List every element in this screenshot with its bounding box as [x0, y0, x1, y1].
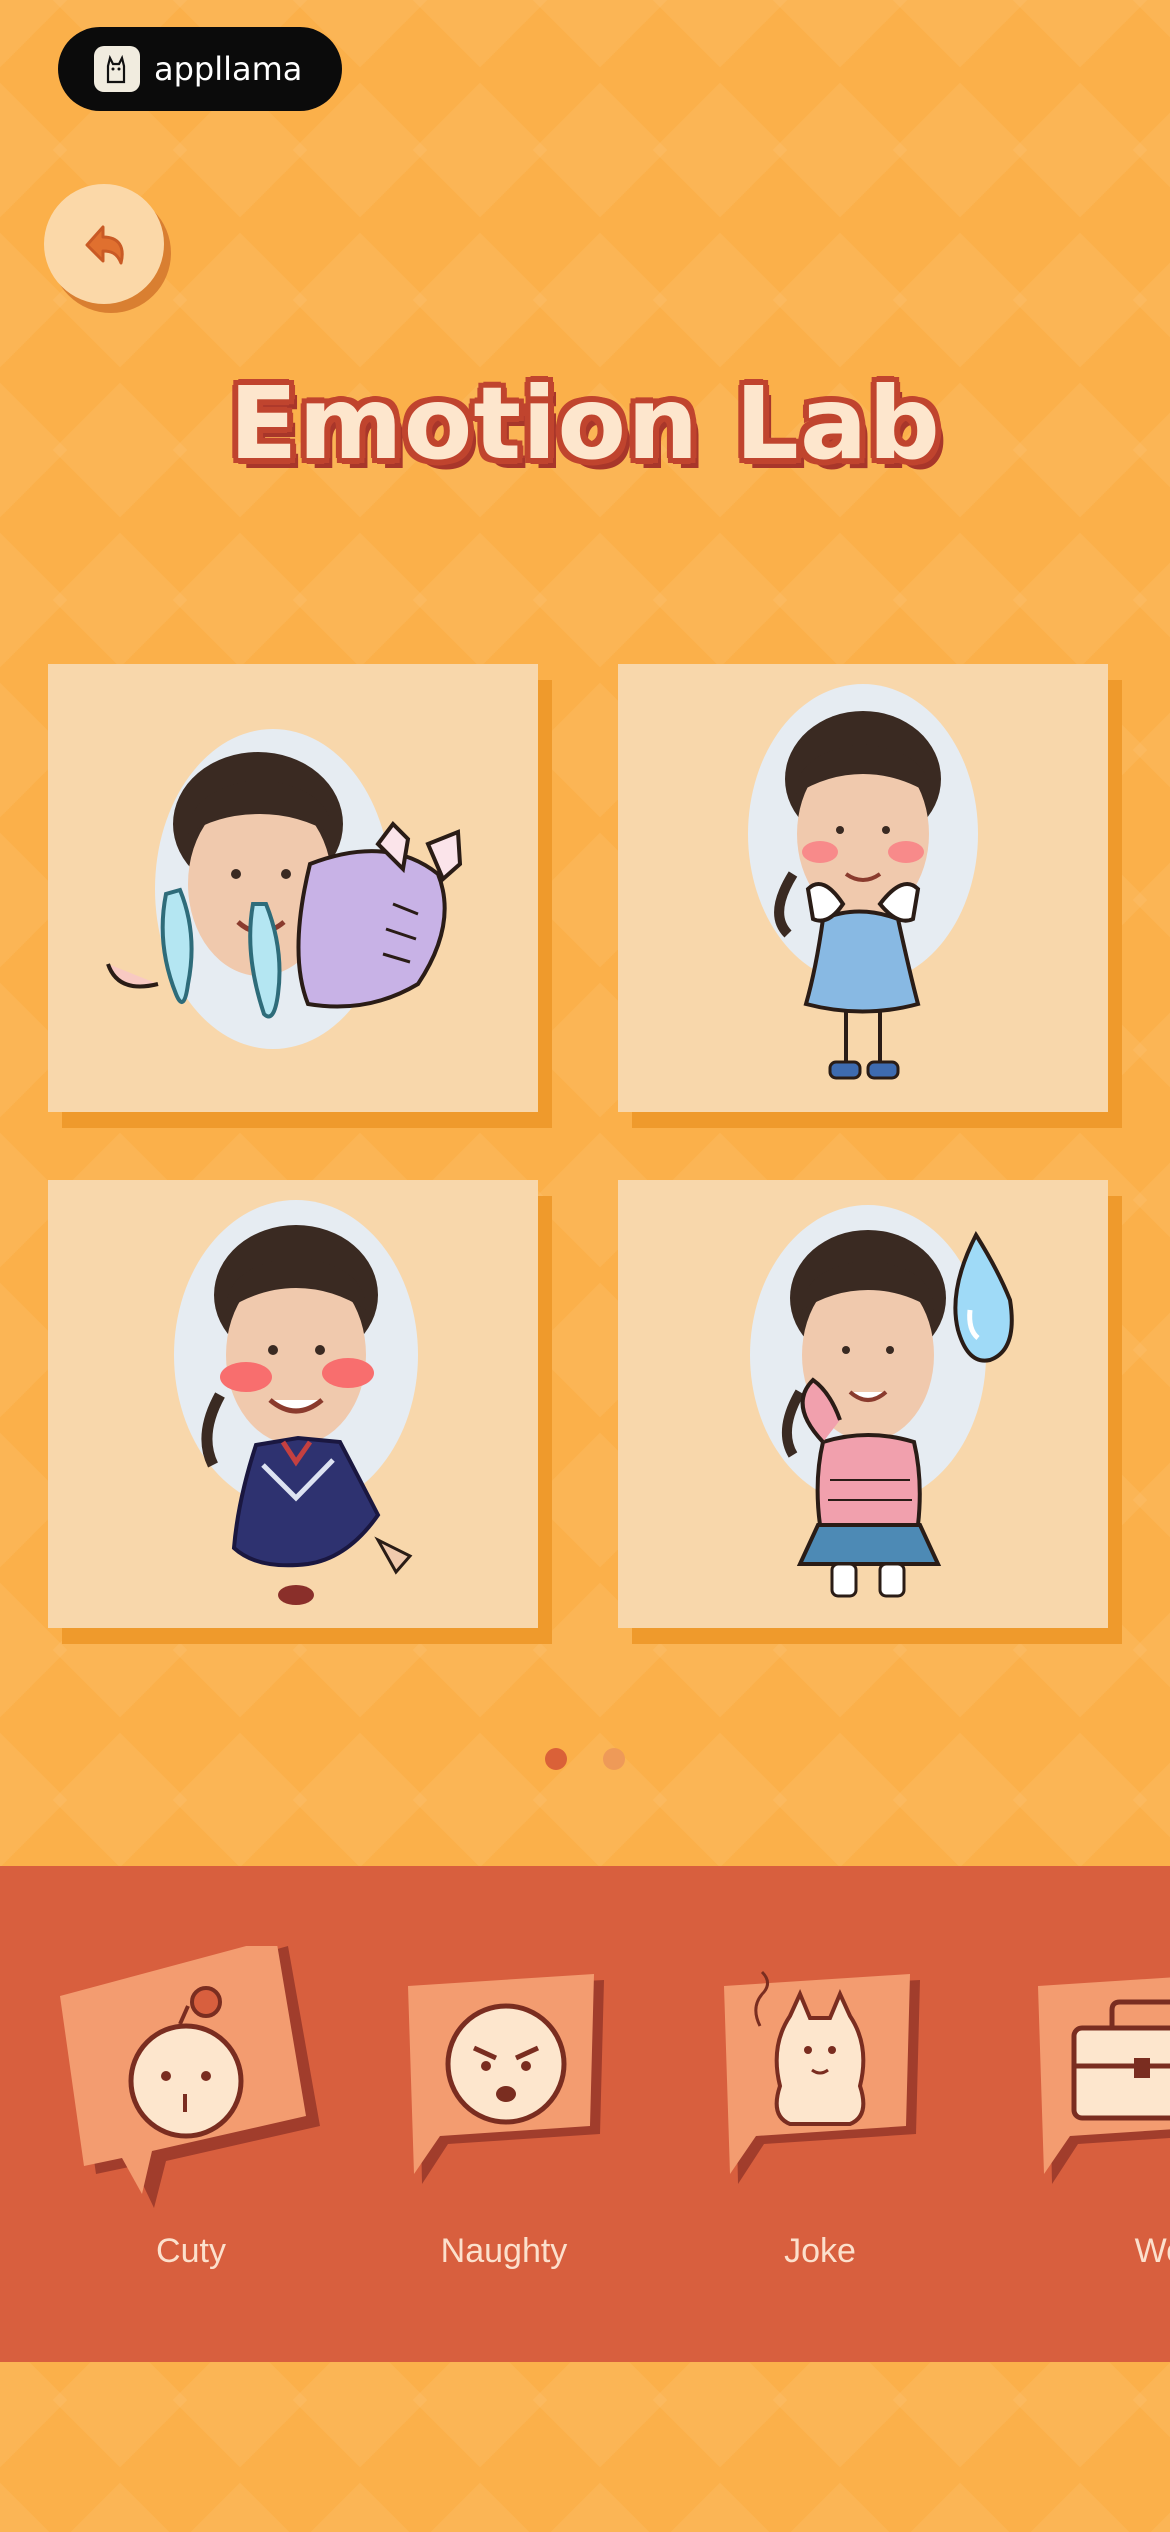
page-indicator	[0, 1748, 1170, 1770]
cute-face-icon	[60, 1946, 320, 2208]
back-button[interactable]	[44, 184, 164, 304]
naughty-face-icon	[408, 1974, 604, 2184]
category-label-naughty: Naughty	[440, 2232, 568, 2270]
category-label-joke: Joke	[784, 2232, 856, 2270]
page-dot-2[interactable]	[603, 1748, 625, 1770]
category-naughty[interactable]: Naughty	[404, 1966, 604, 2276]
sticker-crying-girl	[106, 729, 463, 1049]
sticker-card-sweating[interactable]	[618, 1180, 1108, 1628]
category-tray: Cuty Naughty Joke W	[0, 1866, 1170, 2362]
sticker-card-shy[interactable]	[618, 664, 1108, 1112]
category-label-work: Work	[1134, 2232, 1170, 2270]
page-dot-1[interactable]	[545, 1748, 567, 1770]
sticker-card-crying[interactable]	[48, 664, 538, 1112]
category-work[interactable]: Work	[1034, 1966, 1170, 2276]
llama-icon	[94, 46, 140, 92]
badge-text: appllama	[154, 50, 303, 88]
category-cuty[interactable]: Cuty	[56, 1946, 326, 2276]
llama-joke-icon	[724, 1970, 920, 2184]
sticker-shy-girl	[748, 684, 978, 1080]
category-joke[interactable]: Joke	[720, 1966, 920, 2276]
sticker-blushing-girl	[174, 1200, 418, 1605]
appllama-badge: appllama	[58, 27, 342, 111]
briefcase-icon	[1038, 1977, 1170, 2184]
sticker-sweating-girl	[750, 1205, 1014, 1598]
category-label-cuty: Cuty	[156, 2232, 226, 2270]
back-arrow-icon	[85, 225, 124, 265]
sticker-card-blushing[interactable]	[48, 1180, 538, 1628]
page-title: Emotion Lab	[229, 365, 941, 482]
